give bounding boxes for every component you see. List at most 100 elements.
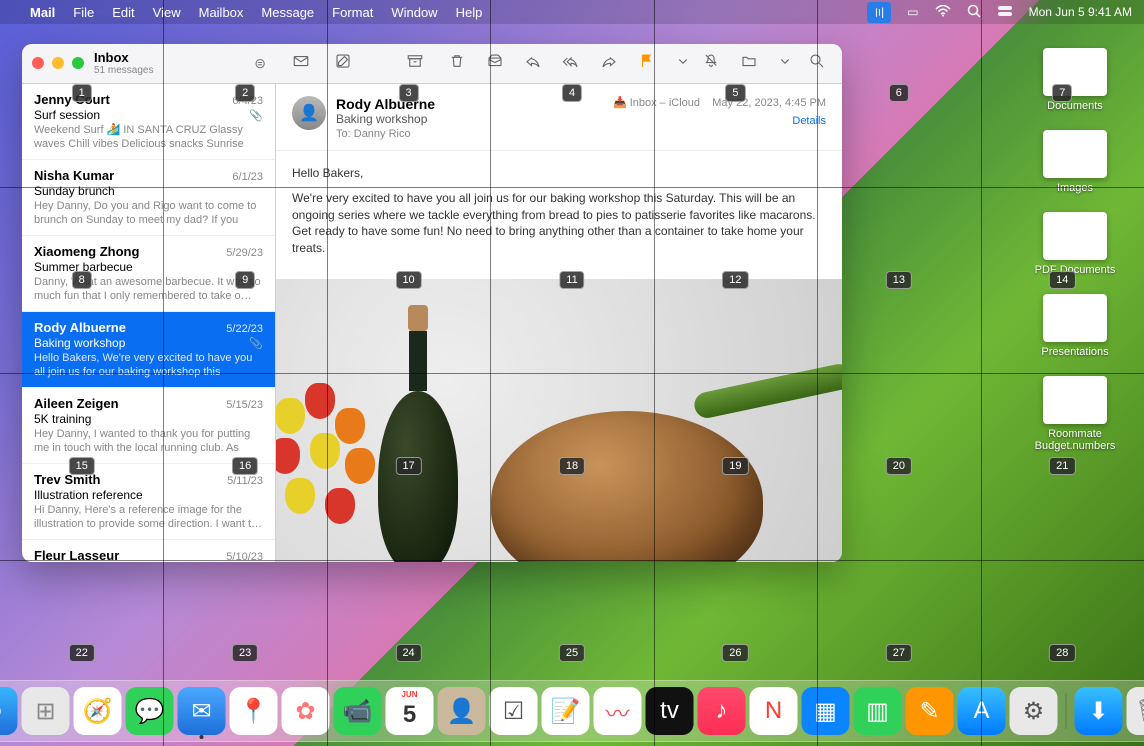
- msg-date: 6/4/23: [232, 95, 263, 107]
- reply-all-icon[interactable]: [560, 52, 582, 75]
- menu-format[interactable]: Format: [332, 5, 373, 20]
- dock-launchpad[interactable]: ⊞: [22, 687, 70, 735]
- avatar: 👤: [292, 96, 326, 130]
- msg-preview: Weekend Surf 🏄 IN SANTA CRUZ Glassy wave…: [34, 123, 263, 151]
- desktop-item-2[interactable]: PDF Documents: [1020, 212, 1130, 276]
- menu-window[interactable]: Window: [391, 5, 437, 20]
- search-icon[interactable]: [806, 52, 828, 75]
- dock-messages[interactable]: 💬: [126, 687, 174, 735]
- grid-number[interactable]: 25: [559, 644, 585, 662]
- desktop-icons: Documents Images PDF Documents Presentat…: [1020, 48, 1130, 452]
- archive-icon[interactable]: [404, 52, 426, 75]
- dock-finder[interactable]: ☺: [0, 687, 18, 735]
- dock-news[interactable]: N: [750, 687, 798, 735]
- filter-icon[interactable]: ⊜: [254, 55, 266, 72]
- zoom-button[interactable]: [72, 57, 84, 69]
- grid-number[interactable]: 28: [1049, 644, 1075, 662]
- grid-number[interactable]: 20: [886, 457, 912, 475]
- reader-subject: Baking workshop: [336, 112, 603, 126]
- grid-number[interactable]: 13: [886, 271, 912, 289]
- dock-facetime[interactable]: 📹: [334, 687, 382, 735]
- grid-number[interactable]: 26: [722, 644, 748, 662]
- dock-maps[interactable]: 📍: [230, 687, 278, 735]
- message-row[interactable]: Xiaomeng Zhong5/29/23 Summer barbecue Da…: [22, 236, 275, 312]
- grid-number[interactable]: 22: [69, 644, 95, 662]
- menubar-clock[interactable]: Mon Jun 5 9:41 AM: [1029, 5, 1132, 19]
- attachment-image[interactable]: [276, 279, 842, 562]
- menu-help[interactable]: Help: [456, 5, 483, 20]
- app-name[interactable]: Mail: [30, 5, 55, 20]
- mailbox-title: Inbox 51 messages: [94, 51, 153, 76]
- desktop-item-label: PDF Documents: [1035, 264, 1116, 276]
- dock-contacts[interactable]: 👤: [438, 687, 486, 735]
- details-link[interactable]: Details: [613, 115, 826, 127]
- forward-icon[interactable]: [598, 52, 620, 75]
- msg-from: Trev Smith: [34, 472, 100, 487]
- reply-icon[interactable]: [522, 52, 544, 75]
- dock-mail[interactable]: ✉: [178, 687, 226, 735]
- flag-menu-chevron[interactable]: [674, 52, 684, 75]
- voice-control-icon[interactable]: 〣: [867, 2, 891, 23]
- mail-toolbar: Inbox 51 messages ⊜: [22, 44, 842, 84]
- desktop-item-1[interactable]: Images: [1020, 130, 1130, 194]
- menu-mailbox[interactable]: Mailbox: [199, 5, 244, 20]
- flag-icon[interactable]: [636, 52, 658, 75]
- menu-edit[interactable]: Edit: [112, 5, 134, 20]
- grid-number[interactable]: 6: [889, 84, 909, 102]
- dock-settings[interactable]: ⚙: [1010, 687, 1058, 735]
- dock-safari[interactable]: 🧭: [74, 687, 122, 735]
- spotlight-icon[interactable]: [967, 4, 981, 21]
- msg-subject: Sunday brunch: [34, 184, 115, 198]
- message-row[interactable]: Nisha Kumar6/1/23 Sunday brunch Hey Dann…: [22, 160, 275, 236]
- move-menu-chevron[interactable]: [776, 52, 786, 75]
- dock-photos[interactable]: ✿: [282, 687, 330, 735]
- grid-number[interactable]: 27: [886, 644, 912, 662]
- menu-message[interactable]: Message: [261, 5, 314, 20]
- message-row[interactable]: Jenny Court6/4/23 Surf session📎 Weekend …: [22, 84, 275, 160]
- control-center-icon[interactable]: [997, 5, 1013, 20]
- junk-icon[interactable]: [484, 52, 506, 75]
- msg-subject: Summer barbecue: [34, 260, 133, 274]
- message-row[interactable]: Trev Smith5/11/23 Illustration reference…: [22, 464, 275, 540]
- desktop-item-0[interactable]: Documents: [1020, 48, 1130, 112]
- envelope-icon[interactable]: [290, 52, 312, 75]
- dock-music[interactable]: ♪: [698, 687, 746, 735]
- close-button[interactable]: [32, 57, 44, 69]
- reader-to: To: Danny Rico: [336, 128, 603, 140]
- grid-number[interactable]: 21: [1049, 457, 1075, 475]
- grid-number[interactable]: 23: [232, 644, 258, 662]
- dock-numbers[interactable]: ▥: [854, 687, 902, 735]
- dock-pages[interactable]: ✎: [906, 687, 954, 735]
- message-row[interactable]: Rody Albuerne5/22/23 Baking workshop📎 He…: [22, 312, 275, 388]
- message-list[interactable]: Jenny Court6/4/23 Surf session📎 Weekend …: [22, 84, 276, 562]
- window-controls[interactable]: [32, 57, 84, 69]
- dock-calendar[interactable]: JUN 5: [386, 687, 434, 735]
- msg-from: Xiaomeng Zhong: [34, 244, 139, 259]
- dock-notes[interactable]: 📝: [542, 687, 590, 735]
- dock-appstore[interactable]: A: [958, 687, 1006, 735]
- desktop-item-label: Documents: [1047, 100, 1103, 112]
- dock-trash[interactable]: 🗑: [1127, 687, 1144, 735]
- menu-file[interactable]: File: [73, 5, 94, 20]
- grid-number[interactable]: 24: [395, 644, 421, 662]
- message-row[interactable]: Aileen Zeigen5/15/23 5K training Hey Dan…: [22, 388, 275, 464]
- desktop-item-4[interactable]: Roommate Budget.numbers: [1020, 376, 1130, 452]
- msg-date: 6/1/23: [232, 171, 263, 183]
- desktop-item-3[interactable]: Presentations: [1020, 294, 1130, 358]
- dock-reminders[interactable]: ☑: [490, 687, 538, 735]
- trash-icon[interactable]: [446, 52, 468, 75]
- minimize-button[interactable]: [52, 57, 64, 69]
- msg-from: Fleur Lasseur: [34, 548, 119, 562]
- battery-icon[interactable]: ▭: [907, 5, 918, 19]
- compose-icon[interactable]: [332, 52, 354, 75]
- menu-view[interactable]: View: [153, 5, 181, 20]
- dock-tv[interactable]: tv: [646, 687, 694, 735]
- wifi-icon[interactable]: [935, 5, 951, 20]
- dock-downloads[interactable]: ⬇: [1075, 687, 1123, 735]
- mute-icon[interactable]: [700, 52, 722, 75]
- dock-freeform[interactable]: 〰: [594, 687, 642, 735]
- dock-keynote[interactable]: ▦: [802, 687, 850, 735]
- message-row[interactable]: Fleur Lasseur5/10/23 Baseball team fundr…: [22, 540, 275, 562]
- move-icon[interactable]: [738, 52, 760, 75]
- msg-preview: Hey Danny, I wanted to thank you for put…: [34, 427, 263, 455]
